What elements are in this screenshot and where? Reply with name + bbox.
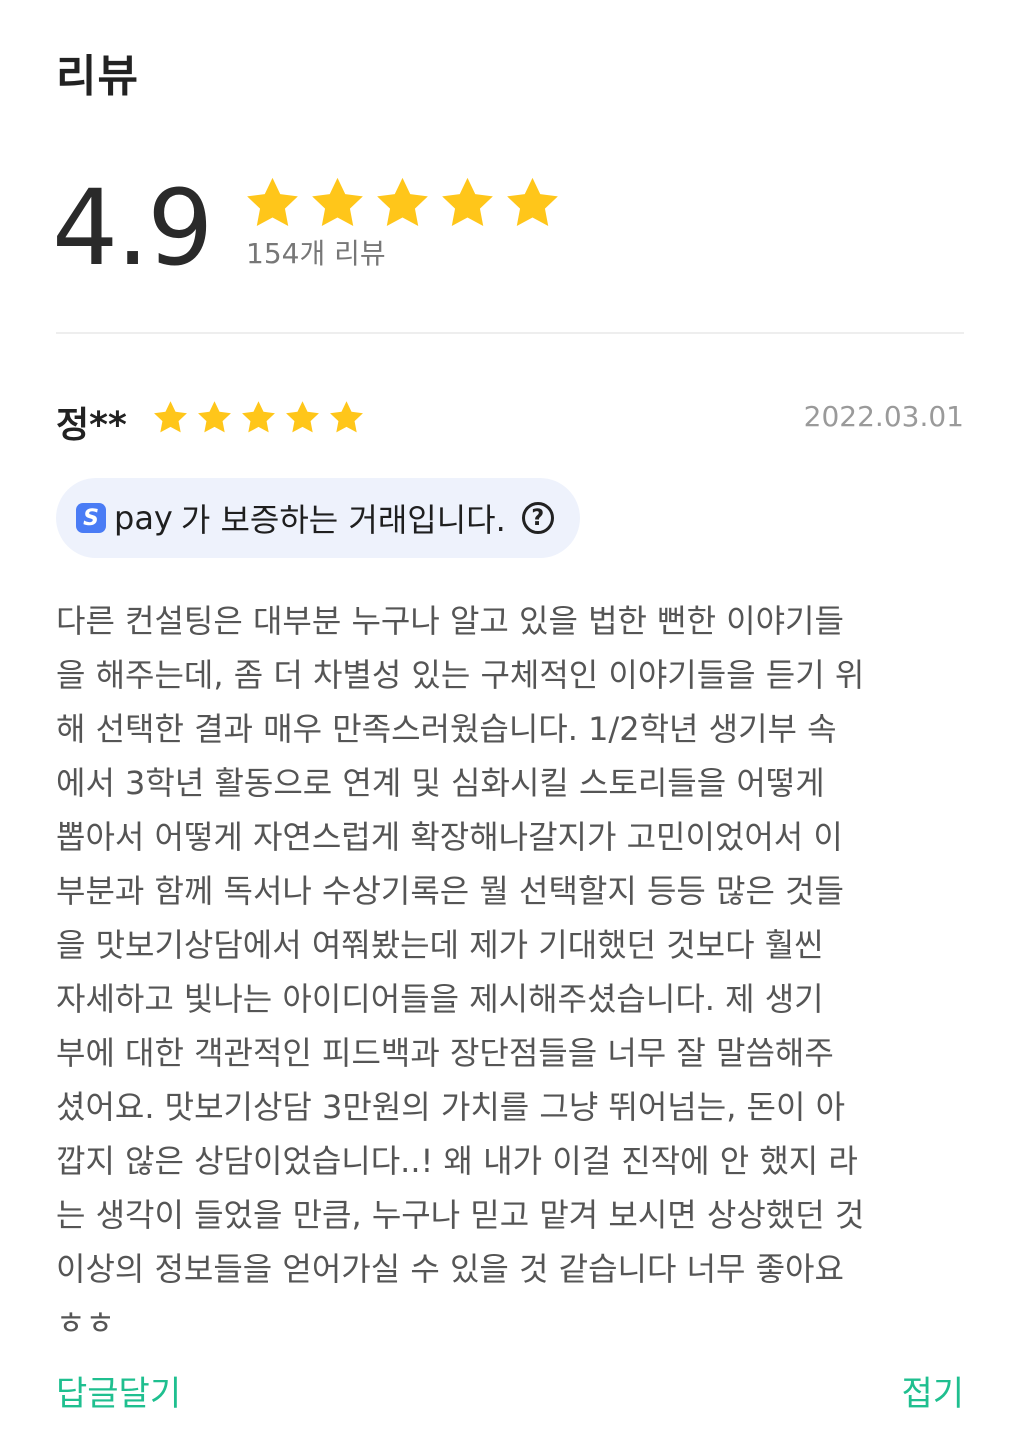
pay-logo-icon: S [76, 503, 106, 533]
review-actions: 답글달기 접기 [56, 1366, 964, 1416]
review-star-rating [152, 400, 365, 435]
reviewer-name: 정** [56, 405, 127, 446]
review-date: 2022.03.01 [803, 400, 964, 433]
star-icon [439, 176, 496, 230]
star-icon [244, 176, 301, 230]
star-icon [309, 176, 366, 230]
review-text: 다른 컨설팅은 대부분 누구나 알고 있을 법한 뻔한 이야기들 을 해주는데,… [56, 602, 865, 1342]
summary-star-rating [244, 176, 561, 230]
divider [56, 332, 964, 334]
star-icon [196, 400, 233, 435]
rating-summary: 4.9 154개 리뷰 [52, 168, 964, 288]
pay-guarantee-badge: S pay 가 보증하는 거래입니다. ? [56, 478, 580, 558]
collapse-button[interactable]: 접기 [901, 1366, 964, 1415]
star-icon [504, 176, 561, 230]
pay-brand: pay [114, 499, 173, 537]
star-icon [240, 400, 277, 435]
review-header: 정** 2022.03.01 [56, 394, 964, 446]
review-count: 154개 리뷰 [246, 237, 386, 270]
average-score: 4.9 [52, 167, 213, 289]
star-icon [328, 400, 365, 435]
section-title: 리뷰 [56, 51, 139, 102]
star-icon [152, 400, 189, 435]
pay-guarantee-text: 가 보증하는 거래입니다. [180, 501, 506, 539]
help-icon[interactable]: ? [521, 502, 554, 534]
reply-button[interactable]: 답글달기 [56, 1366, 181, 1415]
star-icon [284, 400, 321, 435]
star-icon [374, 176, 431, 230]
